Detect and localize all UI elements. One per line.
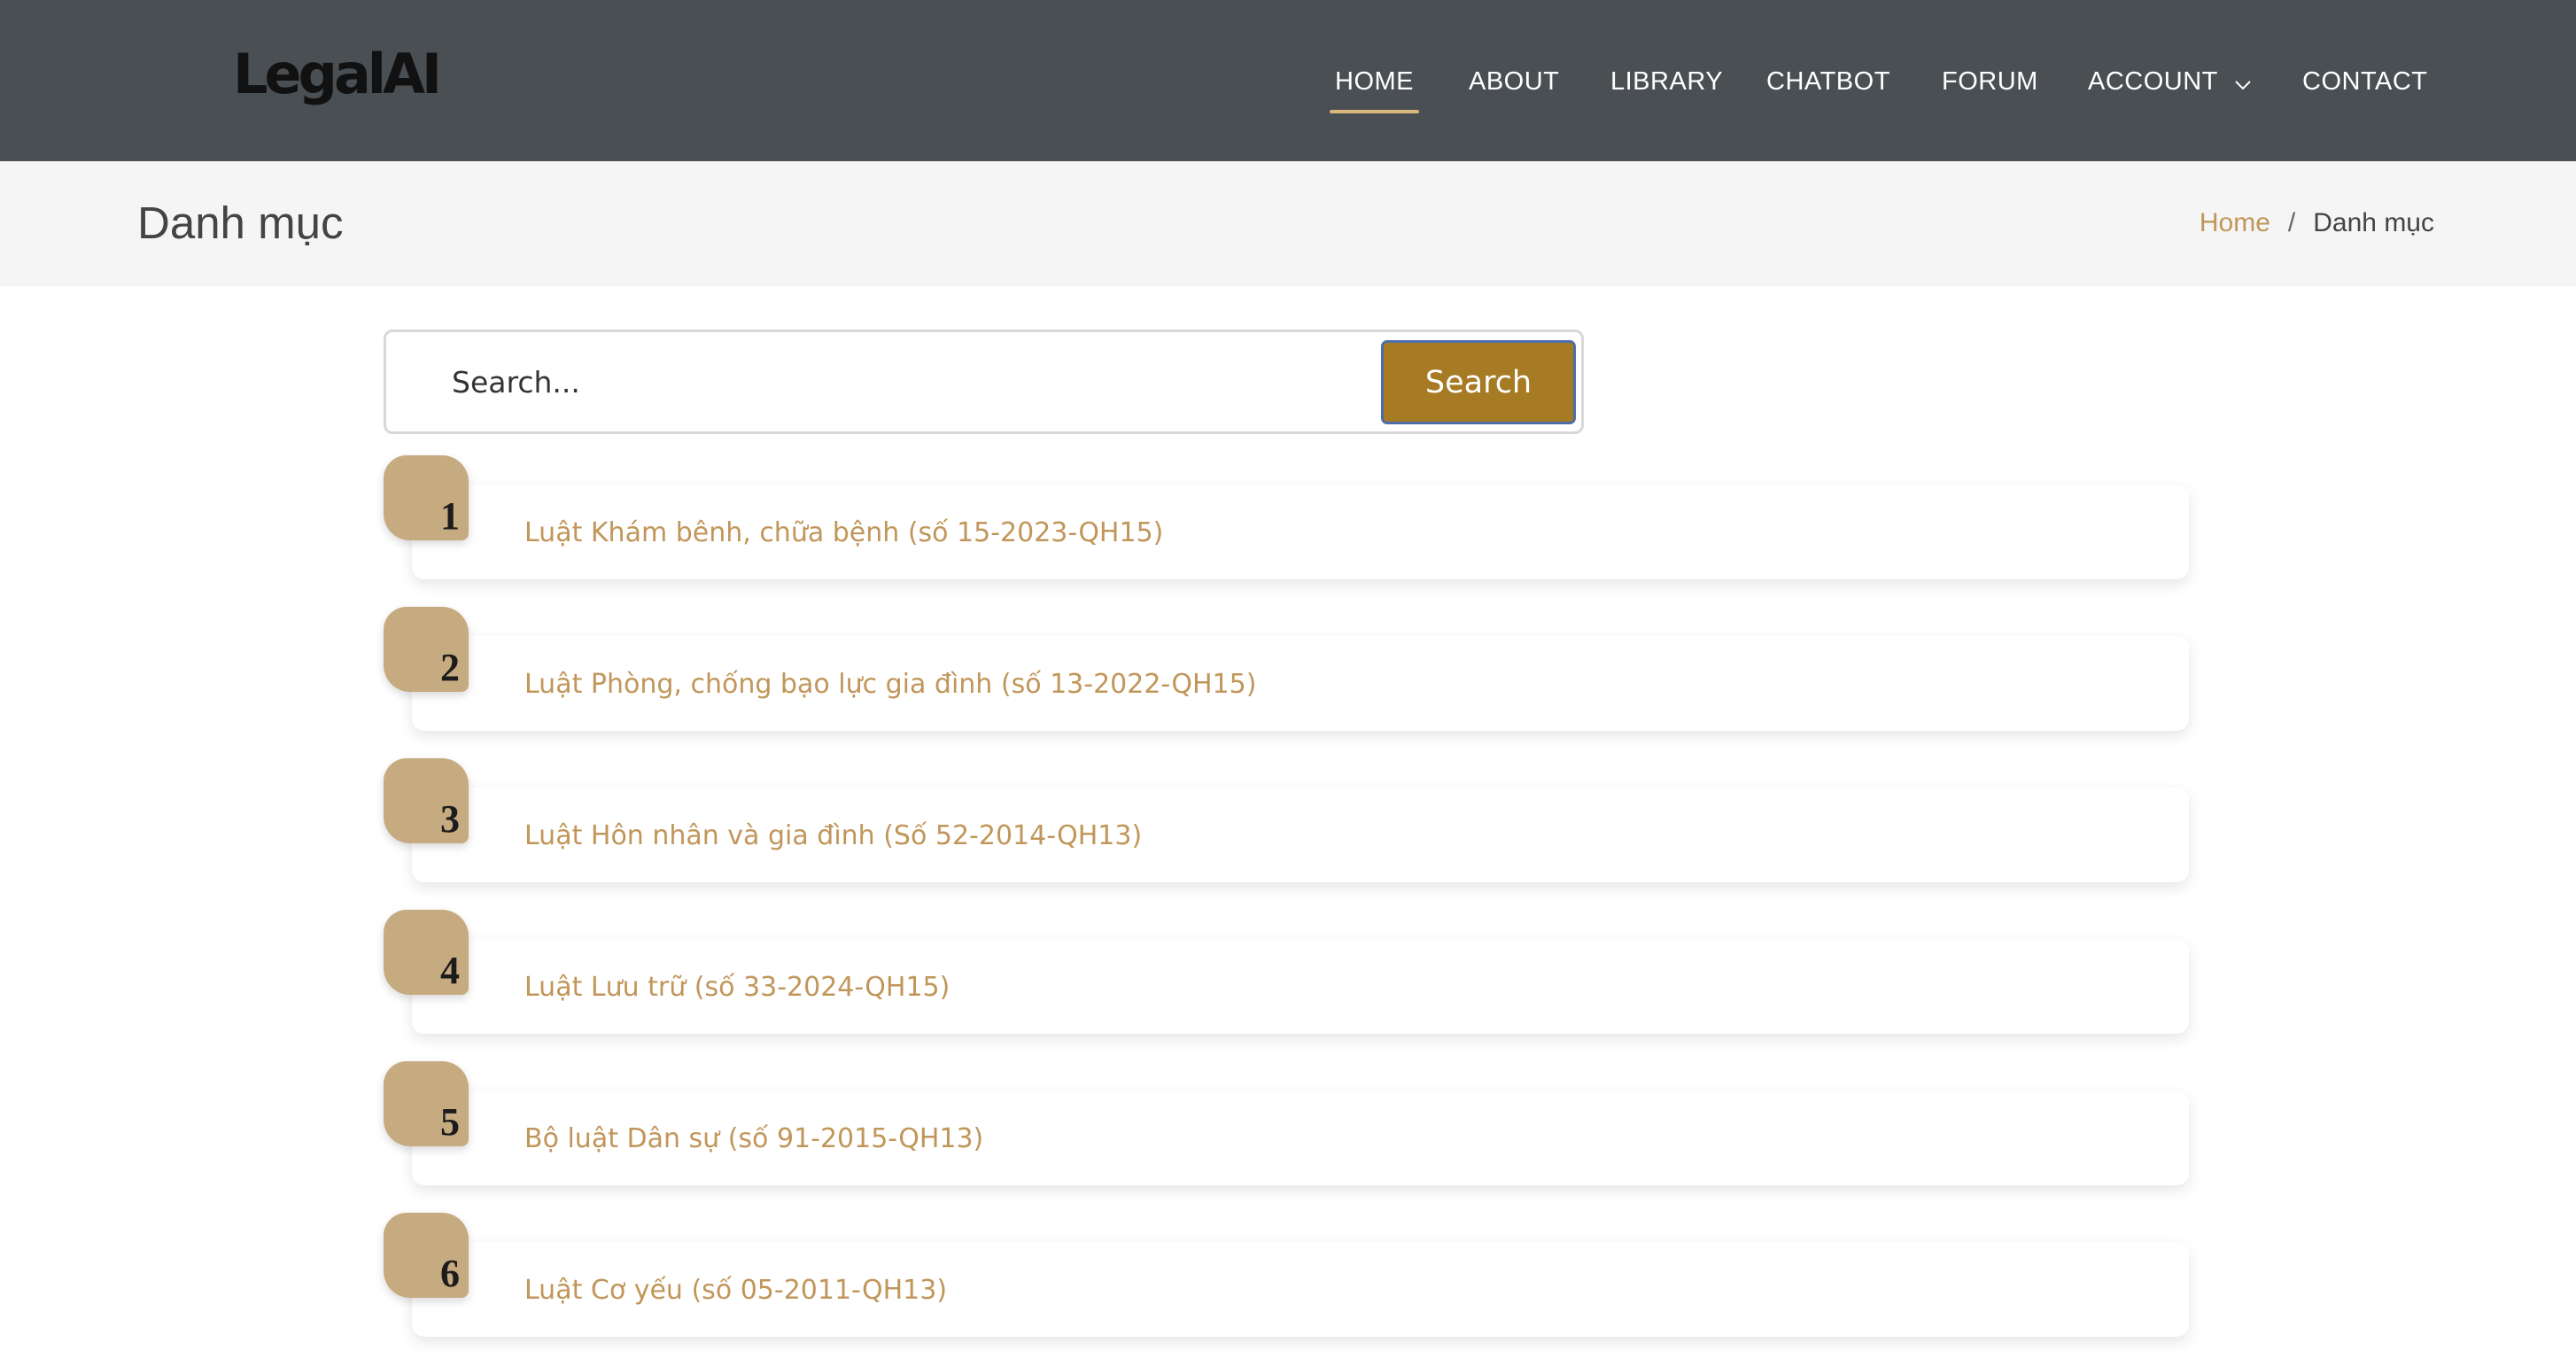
search-button[interactable]: Search: [1381, 340, 1576, 424]
nav-chatbot[interactable]: CHATBOT: [1766, 60, 1890, 103]
item-number: 5: [440, 1100, 460, 1144]
breadcrumb: Home / Danh mục: [2200, 206, 2434, 241]
law-card[interactable]: Luật Khám bênh, chữa bệnh (số 15-2023-QH…: [412, 485, 2189, 579]
list-item: Luật Hôn nhân và gia đình (Số 52-2014-QH…: [384, 758, 2191, 910]
nav-account[interactable]: ACCOUNT: [2088, 60, 2252, 104]
law-card[interactable]: Luật Hôn nhân và gia đình (Số 52-2014-QH…: [412, 788, 2189, 882]
law-title-link[interactable]: Luật Khám bênh, chữa bệnh (số 15-2023-QH…: [524, 516, 1163, 551]
law-card[interactable]: Luật Phòng, chống bạo lực gia đình (số 1…: [412, 636, 2189, 731]
search-input[interactable]: [413, 350, 1299, 414]
item-number: 3: [440, 797, 460, 841]
item-number-badge: 5: [384, 1061, 469, 1146]
law-list: Luật Khám bênh, chữa bệnh (số 15-2023-QH…: [384, 455, 2191, 1364]
law-title-link[interactable]: Luật Hôn nhân và gia đình (Số 52-2014-QH…: [524, 819, 1142, 854]
list-item: Bộ luật Dân sự (số 91-2015-QH13) 5: [384, 1061, 2191, 1213]
law-title-link[interactable]: Luật Cơ yếu (số 05-2011-QH13): [524, 1273, 947, 1308]
breadcrumb-separator: /: [2287, 208, 2296, 237]
breadcrumb-home-link[interactable]: Home: [2200, 208, 2270, 237]
list-item: Luật Cơ yếu (số 05-2011-QH13) 6: [384, 1213, 2191, 1364]
item-number-badge: 1: [384, 455, 469, 540]
page-title-bar: Danh mục Home / Danh mục: [0, 161, 2576, 286]
item-number: 4: [440, 949, 460, 992]
law-card[interactable]: Luật Cơ yếu (số 05-2011-QH13): [412, 1242, 2189, 1337]
law-title-link[interactable]: Luật Phòng, chống bạo lực gia đình (số 1…: [524, 667, 1256, 702]
nav-contact[interactable]: CONTACT: [2302, 60, 2428, 103]
page-title: Danh mục: [137, 198, 344, 248]
item-number-badge: 6: [384, 1213, 469, 1298]
item-number: 6: [440, 1252, 460, 1295]
item-number: 1: [440, 494, 460, 538]
law-title-link[interactable]: Luật Lưu trữ (số 33-2024-QH15): [524, 970, 950, 1005]
search-form: Search: [384, 330, 1584, 434]
nav-forum[interactable]: FORUM: [1942, 60, 2038, 103]
nav-account-label: ACCOUNT: [2088, 67, 2218, 96]
list-item: Luật Phòng, chống bạo lực gia đình (số 1…: [384, 607, 2191, 758]
item-number-badge: 2: [384, 607, 469, 692]
list-item: Luật Khám bênh, chữa bệnh (số 15-2023-QH…: [384, 455, 2191, 607]
item-number-badge: 3: [384, 758, 469, 843]
law-card[interactable]: Bộ luật Dân sự (số 91-2015-QH13): [412, 1090, 2189, 1185]
item-number-badge: 4: [384, 910, 469, 995]
nav-home[interactable]: HOME: [1330, 60, 1419, 113]
item-number: 2: [440, 646, 460, 689]
list-item: Luật Lưu trữ (số 33-2024-QH15) 4: [384, 910, 2191, 1061]
law-card[interactable]: Luật Lưu trữ (số 33-2024-QH15): [412, 939, 2189, 1034]
law-title-link[interactable]: Bộ luật Dân sự (số 91-2015-QH13): [524, 1122, 983, 1157]
breadcrumb-current: Danh mục: [2313, 208, 2434, 237]
nav-about[interactable]: ABOUT: [1469, 60, 1559, 103]
chevron-down-icon: [2234, 61, 2252, 104]
nav-library[interactable]: LIBRARY: [1610, 60, 1723, 103]
logo[interactable]: LegalAI: [233, 39, 442, 110]
site-header: LegalAI HOME ABOUT LIBRARY CHATBOT FORUM…: [0, 0, 2576, 161]
